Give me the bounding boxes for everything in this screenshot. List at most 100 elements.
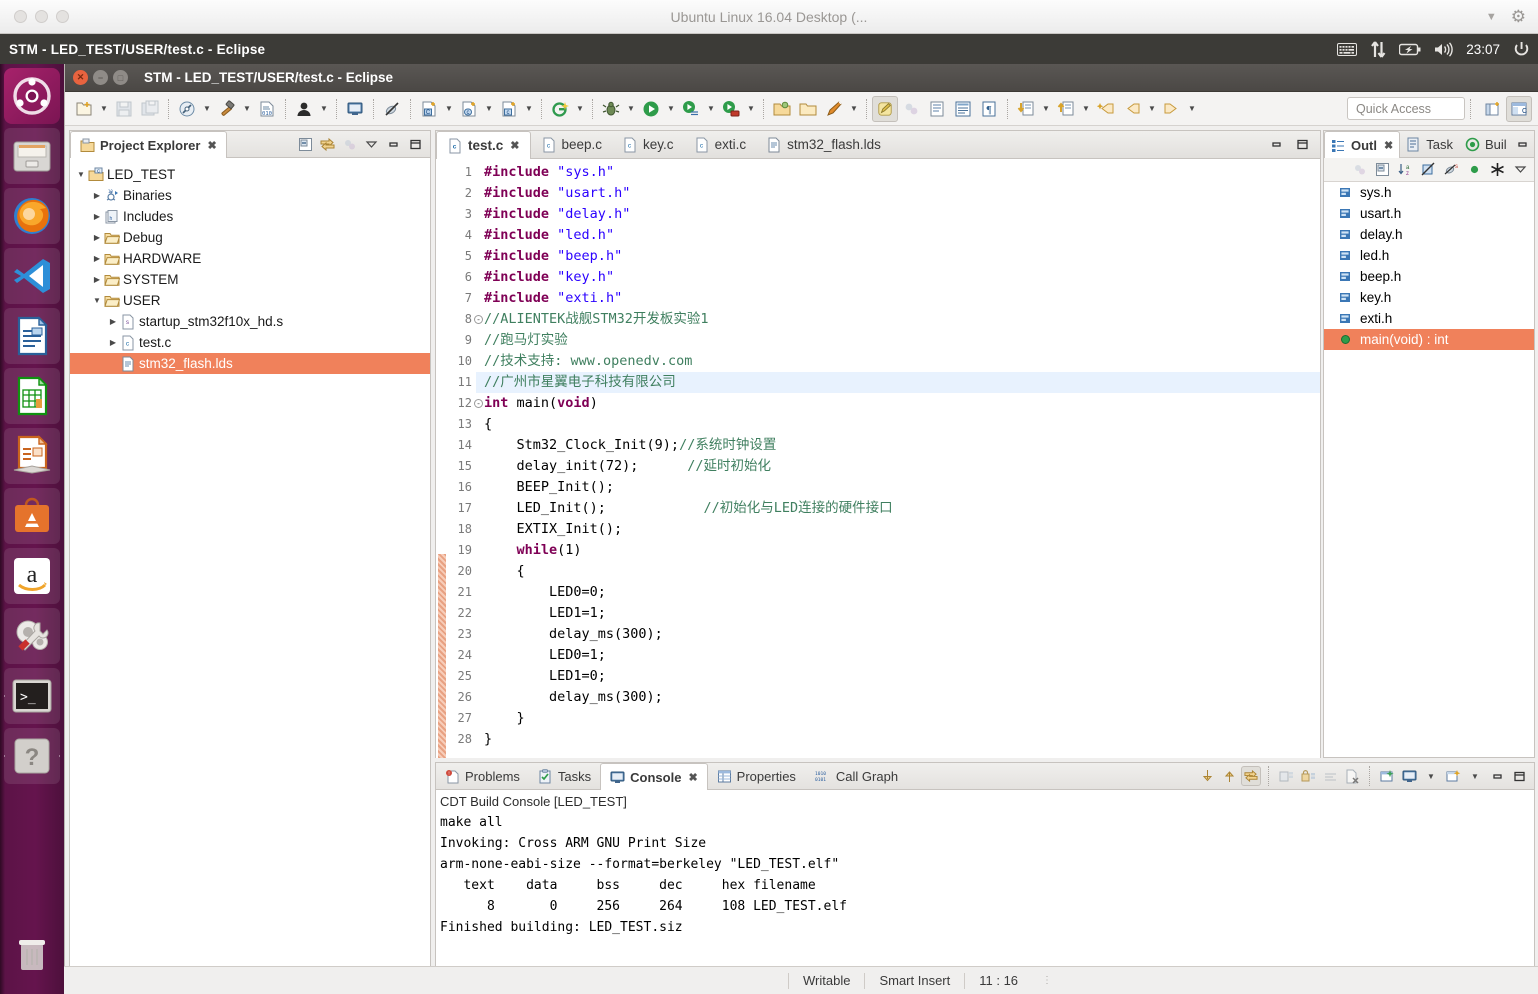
editor-tab[interactable]: stm32_flash.lds (756, 131, 891, 158)
toggle-block-icon[interactable] (898, 96, 924, 122)
code-lines[interactable]: #include "sys.h" #include "usart.h" #inclu… (476, 159, 1320, 758)
build-hammer-icon[interactable] (214, 96, 240, 122)
tree-item[interactable]: ▶ s startup_stm32f10x_hd.s (70, 311, 430, 332)
editor-tabbar[interactable]: c test.c ✖ c beep.c c key.c c exti.c stm32_flash.… (436, 131, 1320, 159)
eclipse-minimize-button[interactable]: − (93, 70, 108, 85)
network-icon[interactable] (1370, 40, 1386, 58)
code-line[interactable]: Stm32_Clock_Init(9);//系统时钟设置 (476, 435, 1320, 456)
code-line[interactable]: LED_Init(); //初始化与LED连接的硬件接口 (476, 498, 1320, 519)
project-tree[interactable]: ▼ C LED_TEST ▶ 10 Binaries ▶ h Includes ▶ Debug ▶ HA… (70, 158, 430, 374)
code-line[interactable]: LED0=0; (476, 582, 1320, 603)
code-line[interactable]: LED1=1; (476, 603, 1320, 624)
view-menu-icon[interactable] (1510, 160, 1530, 180)
code-line[interactable]: #include "delay.h" (476, 204, 1320, 225)
outline-item[interactable]: delay.h (1324, 224, 1534, 245)
pin-console-icon[interactable] (1377, 766, 1397, 786)
prev-annotation-icon[interactable] (1053, 96, 1079, 122)
tree-item[interactable]: ▼ C LED_TEST (70, 164, 430, 185)
outline-panel-tab[interactable]: Outl ✖ (1324, 131, 1401, 158)
remove-console-icon[interactable] (1342, 766, 1362, 786)
code-line[interactable]: EXTIX_Init(); (476, 519, 1320, 540)
outline-item[interactable]: main(void) : int (1324, 329, 1534, 350)
new-c-class-dropdown-arrow[interactable]: ▼ (482, 96, 496, 122)
code-line[interactable]: #include "sys.h" (476, 162, 1320, 183)
code-line[interactable]: } (476, 729, 1320, 750)
chevron-down-icon[interactable]: ▼ (1486, 11, 1497, 23)
hide-macros-icon[interactable] (1487, 160, 1507, 180)
tree-twisty-icon[interactable]: ▼ (90, 296, 104, 305)
c-cpp-perspective-icon[interactable]: C (1506, 95, 1532, 122)
sort-az-icon[interactable]: az (1395, 160, 1415, 180)
scroll-down-icon[interactable] (1197, 766, 1217, 786)
tree-twisty-icon[interactable]: ▶ (90, 233, 104, 242)
debug-dropdown-arrow[interactable]: ▼ (624, 96, 638, 122)
power-icon[interactable] (1513, 41, 1530, 58)
collapse-all-icon[interactable] (1372, 160, 1392, 180)
tree-twisty-icon[interactable]: ▶ (90, 212, 104, 221)
eclipse-maximize-button[interactable]: □ (113, 70, 128, 85)
outline-panel-tab[interactable]: Buil (1459, 131, 1513, 157)
code-line[interactable]: LED1=0; (476, 666, 1320, 687)
open-perspective-icon[interactable] (1480, 96, 1506, 122)
pilcrow-icon[interactable]: ¶ (976, 96, 1002, 122)
skip-breakpoints-icon[interactable] (379, 96, 405, 122)
code-line[interactable]: //技术支持: www.openedv.com (476, 351, 1320, 372)
tree-item[interactable]: ▶ 10 Binaries (70, 185, 430, 206)
maximize-icon[interactable] (1535, 134, 1538, 154)
launcher-item-libreoffice-writer[interactable] (4, 308, 60, 364)
new-g-project-dropdown-arrow[interactable]: ▼ (573, 96, 587, 122)
code-line[interactable]: #include "key.h" (476, 267, 1320, 288)
focus-icon[interactable] (1349, 160, 1369, 180)
tree-item[interactable]: ▶ c test.c (70, 332, 430, 353)
code-line[interactable]: while(1) (476, 540, 1320, 561)
clear-console-icon[interactable] (1276, 766, 1296, 786)
open-console-icon[interactable] (1443, 766, 1463, 786)
display-console-icon[interactable] (1399, 766, 1419, 786)
eclipse-close-button[interactable]: ✕ (73, 70, 88, 85)
hide-fields-icon[interactable] (1418, 160, 1438, 180)
clock[interactable]: 23:07 (1466, 42, 1500, 57)
tree-item[interactable]: ▶ h Includes (70, 206, 430, 227)
console-panel-tab[interactable]: Properties (708, 763, 805, 789)
minimize-icon[interactable] (1487, 766, 1507, 786)
console-panel-tab[interactable]: Console ✖ (600, 763, 708, 790)
back-dropdown-arrow[interactable]: ▼ (1145, 96, 1159, 122)
close-icon[interactable]: ✖ (1384, 139, 1393, 152)
tree-item[interactable]: ▶ HARDWARE (70, 248, 430, 269)
scroll-up-icon[interactable] (1219, 766, 1239, 786)
run-history-icon[interactable] (678, 96, 704, 122)
tree-item[interactable]: ▶ Debug (70, 227, 430, 248)
battery-icon[interactable] (1399, 43, 1421, 56)
keyboard-icon[interactable] (1337, 42, 1358, 56)
tree-item[interactable]: ▼ USER (70, 290, 430, 311)
close-icon[interactable]: ✖ (510, 139, 519, 152)
open-type-icon[interactable] (795, 96, 821, 122)
launcher-item-trash[interactable] (4, 926, 60, 982)
maximize-icon[interactable] (405, 134, 425, 154)
outline-item[interactable]: exti.h (1324, 308, 1534, 329)
run-icon[interactable] (638, 96, 664, 122)
last-edit-icon[interactable] (1093, 96, 1119, 122)
build-all-dropdown-arrow[interactable]: ▼ (200, 96, 214, 122)
code-line[interactable]: } (476, 708, 1320, 729)
code-line[interactable]: int main(void) (476, 393, 1320, 414)
build-hammer-dropdown-arrow[interactable]: ▼ (240, 96, 254, 122)
launcher-item-system-settings[interactable] (4, 608, 60, 664)
code-line[interactable]: #include "beep.h" (476, 246, 1320, 267)
new-c-source-icon[interactable]: c (496, 96, 522, 122)
show-source-icon[interactable] (950, 96, 976, 122)
next-annotation-icon[interactable] (1013, 96, 1039, 122)
run-history-dropdown-arrow[interactable]: ▼ (704, 96, 718, 122)
code-line[interactable]: delay_ms(300); (476, 687, 1320, 708)
console-tab-list[interactable]: ! Problems Tasks Console ✖ Properties 1010 0101… (436, 763, 907, 790)
editor-tab[interactable]: c beep.c (531, 131, 613, 158)
quick-access-input[interactable]: Quick Access (1347, 97, 1465, 120)
code-line[interactable]: { (476, 414, 1320, 435)
maximize-icon[interactable] (1509, 766, 1529, 786)
console-output[interactable]: make all Invoking: Cross ARM GNU Print Si… (436, 812, 1534, 938)
gear-icon[interactable]: ⚙ (1511, 7, 1526, 27)
tree-twisty-icon[interactable]: ▼ (74, 170, 88, 179)
minimize-icon[interactable] (1513, 134, 1533, 154)
new-c-source-dropdown-arrow[interactable]: ▼ (522, 96, 536, 122)
code-line[interactable]: { (476, 561, 1320, 582)
